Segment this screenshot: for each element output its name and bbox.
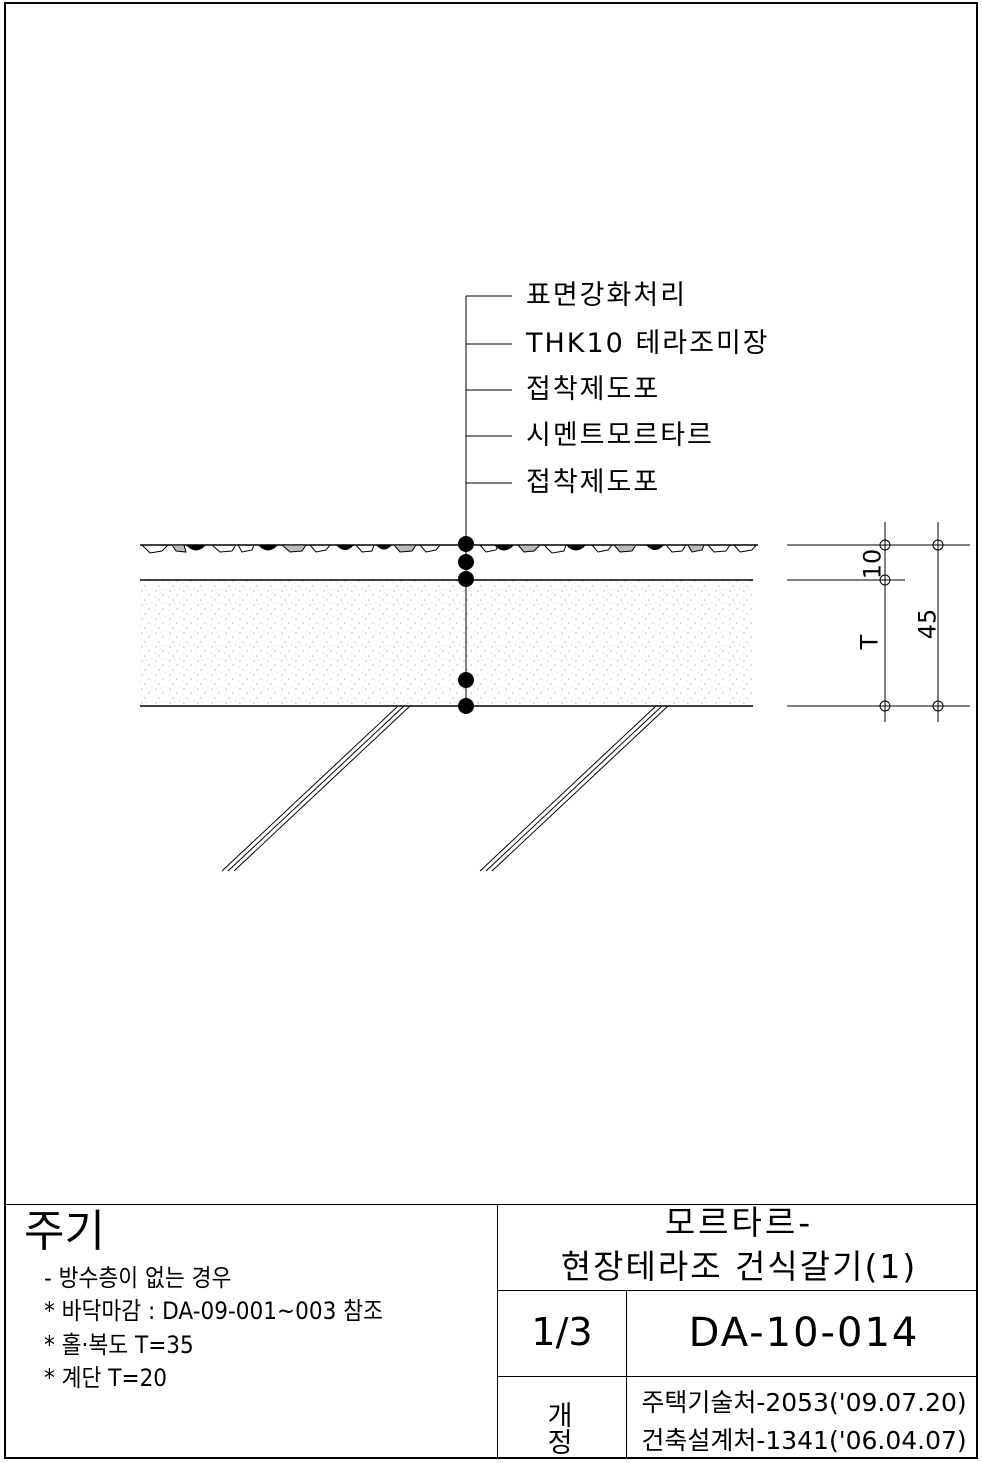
leader-ticks <box>466 295 512 484</box>
revision-entry: 주택기술처-2053('09.07.20) <box>641 1388 967 1417</box>
note-item: * 홀·복도 T=35 <box>44 1331 194 1359</box>
revision-label: 개 정 <box>547 1401 595 1459</box>
titleblock-divider-2 <box>626 1290 627 1459</box>
drawing-title-line2: 현장테라조 건식갈기(1) <box>560 1247 918 1286</box>
note-item: - 방수층이 없는 경우 <box>44 1264 232 1292</box>
dim-variable: T <box>855 634 884 650</box>
titleblock-top-rule <box>4 1204 978 1205</box>
note-item: * 바닥마감 : DA-09-001~003 참조 <box>44 1297 383 1325</box>
titleblock-rule-2 <box>497 1376 978 1377</box>
drawing-number: DA-10-014 <box>688 1310 920 1356</box>
titleblock-rule-1 <box>497 1290 978 1291</box>
break-lines <box>221 705 669 872</box>
dim-top-layer: 10 <box>858 548 887 580</box>
callout-surface-hardening: 표면강화처리 <box>526 280 688 311</box>
callout-adhesive-lower: 접착제도포 <box>526 467 661 498</box>
callout-cement-mortar: 시멘트모르타르 <box>526 420 714 451</box>
callout-adhesive-upper: 접착제도포 <box>526 374 661 405</box>
callout-terrazzo-plaster: THK10 테라조미장 <box>526 328 770 359</box>
dim-total: 45 <box>913 608 942 640</box>
section-drawing <box>140 295 970 872</box>
terrazzo-layer <box>140 544 758 554</box>
note-item: * 계단 T=20 <box>44 1364 168 1392</box>
mortar-layer <box>140 580 753 706</box>
sheet-number: 1/3 <box>531 1310 593 1354</box>
drawing-title-line1: 모르타르- <box>664 1203 814 1242</box>
notes-title: 주기 <box>24 1206 105 1257</box>
revision-entry: 건축설계처-1341('06.04.07) <box>641 1426 967 1455</box>
